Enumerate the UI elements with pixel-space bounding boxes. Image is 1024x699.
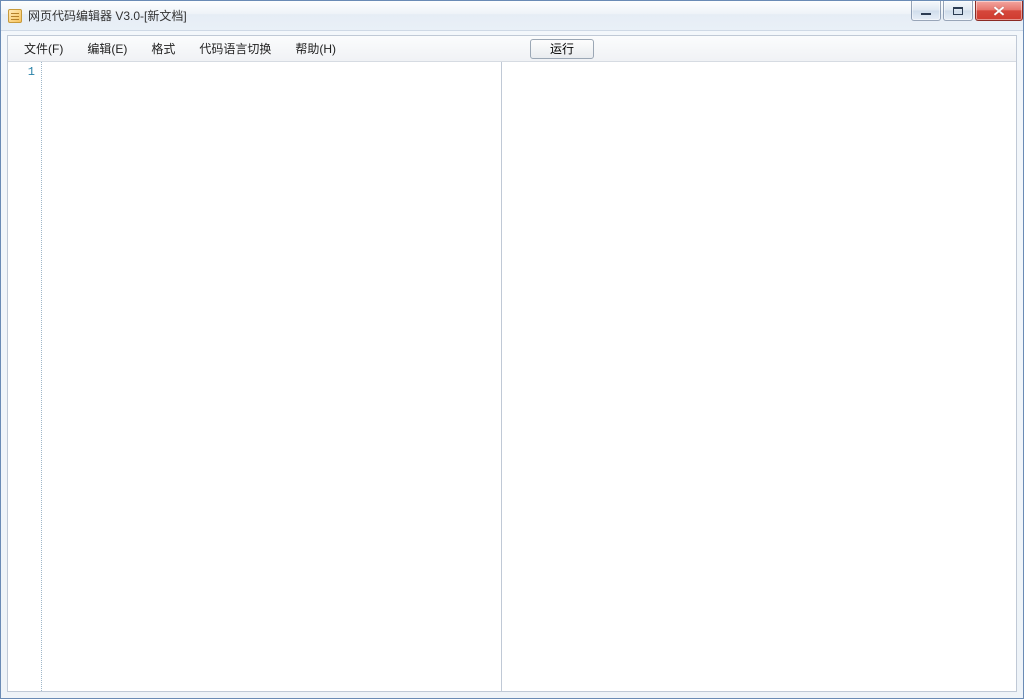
code-pane: 1 — [8, 62, 502, 691]
line-number: 1 — [8, 64, 35, 80]
line-number-gutter: 1 — [8, 62, 42, 691]
menu-bar: 文件(F) 编辑(E) 格式 代码语言切换 帮助(H) 运行 — [8, 36, 1016, 62]
client-area: 文件(F) 编辑(E) 格式 代码语言切换 帮助(H) 运行 1 — [7, 35, 1017, 692]
maximize-icon — [953, 7, 963, 15]
editor-split: 1 — [8, 62, 1016, 691]
app-icon — [7, 8, 23, 24]
app-window: 网页代码编辑器 V3.0-[新文档] 文件(F) 编辑(E) 格式 代码语言切换… — [0, 0, 1024, 699]
code-editor[interactable] — [42, 62, 501, 691]
run-button-wrap: 运行 — [530, 39, 594, 59]
menu-help[interactable]: 帮助(H) — [285, 37, 346, 60]
minimize-icon — [921, 13, 931, 15]
preview-pane — [502, 62, 1016, 691]
window-title: 网页代码编辑器 V3.0-[新文档] — [28, 7, 187, 24]
close-icon — [993, 6, 1005, 16]
close-button[interactable] — [975, 1, 1023, 21]
menu-edit[interactable]: 编辑(E) — [77, 37, 137, 60]
menu-file[interactable]: 文件(F) — [14, 37, 73, 60]
title-bar[interactable]: 网页代码编辑器 V3.0-[新文档] — [1, 1, 1023, 31]
menu-format[interactable]: 格式 — [141, 37, 185, 60]
maximize-button[interactable] — [943, 1, 973, 21]
menu-language[interactable]: 代码语言切换 — [189, 37, 281, 60]
window-controls — [911, 1, 1023, 21]
minimize-button[interactable] — [911, 1, 941, 21]
document-icon — [8, 9, 22, 23]
run-button[interactable]: 运行 — [530, 39, 594, 59]
